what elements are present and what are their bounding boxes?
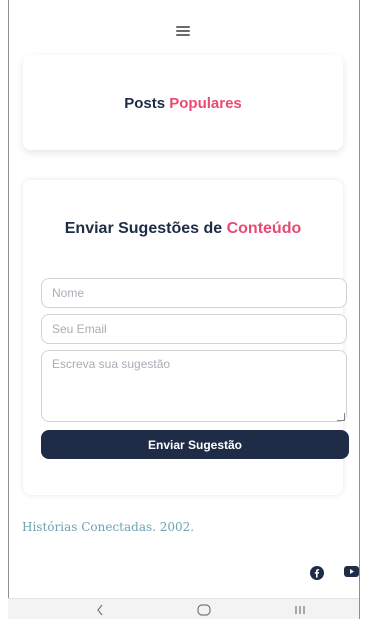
name-input[interactable] xyxy=(41,278,347,308)
facebook-icon[interactable] xyxy=(310,566,324,580)
suggestion-form-card: Enviar Sugestões de Conteúdo Enviar Suge… xyxy=(23,180,349,495)
footer-copyright: Histórias Conectadas. 2002. xyxy=(22,520,195,534)
system-navigation-bar xyxy=(8,598,360,619)
menu-line xyxy=(176,26,190,28)
home-icon[interactable] xyxy=(192,600,216,619)
popular-posts-title: Posts Populares xyxy=(23,95,343,112)
popular-posts-card: Posts Populares xyxy=(23,55,343,150)
phone-screen: Posts Populares Enviar Sugestões de Cont… xyxy=(8,0,360,619)
menu-line xyxy=(176,30,190,32)
popular-title-text: Posts xyxy=(124,95,170,112)
recent-apps-icon[interactable] xyxy=(288,600,312,619)
hamburger-menu-icon[interactable] xyxy=(170,22,196,40)
form-title-accent: Conteúdo xyxy=(226,220,302,237)
email-input[interactable] xyxy=(41,314,347,344)
submit-suggestion-button[interactable]: Enviar Sugestão xyxy=(41,430,349,459)
suggestion-form-title: Enviar Sugestões de Conteúdo xyxy=(23,220,343,238)
suggestion-textarea[interactable] xyxy=(41,350,347,422)
form-title-text: Enviar Sugestões de xyxy=(64,220,227,237)
menu-line xyxy=(176,34,190,36)
popular-title-accent: Populares xyxy=(169,95,242,112)
back-icon[interactable] xyxy=(90,600,110,619)
youtube-icon[interactable] xyxy=(344,566,359,577)
